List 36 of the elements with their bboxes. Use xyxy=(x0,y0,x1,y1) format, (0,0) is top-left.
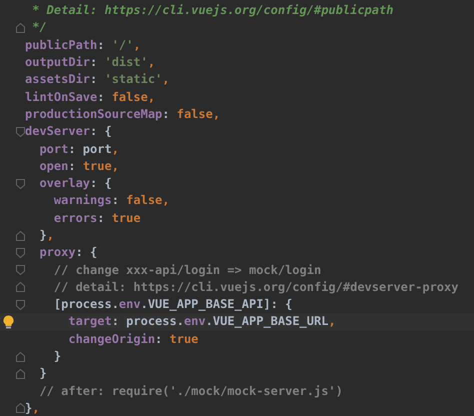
code-line: target: process.env.VUE_APP_BASE_URL, xyxy=(67,313,336,330)
fold-marker-icon[interactable] xyxy=(16,352,25,362)
code-line: publicPath: '/', xyxy=(25,36,141,54)
code-line: proxy: { xyxy=(38,244,98,262)
fold-marker-icon[interactable] xyxy=(16,22,25,33)
code-line: overlay: { xyxy=(38,175,112,192)
lightbulb-icon[interactable] xyxy=(2,314,14,329)
fold-marker-icon[interactable] xyxy=(16,300,25,310)
code-line: }, xyxy=(25,400,40,416)
code-line: errors: true xyxy=(52,210,141,227)
code-line: outputDir: 'dist', xyxy=(25,54,156,72)
code-line: warnings: false, xyxy=(52,192,170,210)
fold-marker-icon[interactable] xyxy=(16,403,25,414)
code-line: * Detail: https://cli.vuejs.org/config/#publicpath xyxy=(31,2,394,20)
fold-marker-icon[interactable] xyxy=(16,230,25,240)
code-line: }, xyxy=(38,227,54,244)
code-line: } xyxy=(38,365,47,382)
fold-marker-icon[interactable] xyxy=(16,248,25,258)
fold-marker-icon[interactable] xyxy=(16,178,25,189)
fold-marker-icon[interactable] xyxy=(16,282,25,292)
code-line: devServer: { xyxy=(25,123,112,140)
code-line: [process.env.VUE_APP_BASE_API]: { xyxy=(52,296,292,314)
code-line: changeOrigin: true xyxy=(67,330,198,348)
code-line: port: port, xyxy=(38,140,119,158)
code-line: assetsDir: 'static', xyxy=(25,71,170,88)
code-line: } xyxy=(52,348,62,366)
code-line: // detail: https://cli.vuejs.org/config/#devserver-proxy xyxy=(52,278,458,296)
code-line: lintOnSave: false, xyxy=(25,88,156,106)
fold-marker-icon[interactable] xyxy=(16,126,25,137)
code-line: productionSourceMap: false, xyxy=(25,106,220,123)
fold-marker-icon[interactable] xyxy=(16,265,25,276)
code-line: // change xxx-api/login => mock/login xyxy=(52,262,322,279)
code-line: open: true, xyxy=(38,158,119,175)
code-line: */ xyxy=(31,19,47,36)
code-line: // after: require('./mock/mock-server.js') xyxy=(38,382,343,400)
fold-marker-icon[interactable] xyxy=(16,368,25,379)
